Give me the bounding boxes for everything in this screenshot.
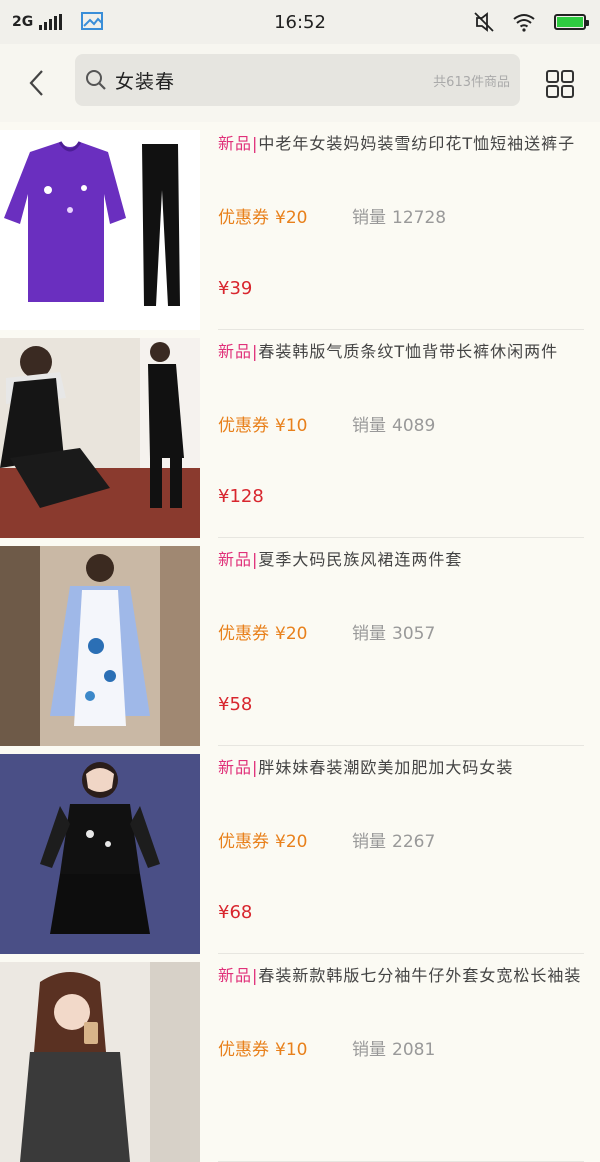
- sales-label: 销量: [352, 416, 386, 436]
- coupon-label: 优惠券: [218, 832, 269, 852]
- product-item[interactable]: 新品|胖妹妹春装潮欧美加肥加大码女装 优惠券 ¥20 销量 2267 ¥68: [0, 746, 600, 954]
- product-info: 新品|春装新款韩版七分袖牛仔外套女宽松长袖装 优惠券 ¥10 销量 2081: [218, 954, 584, 1162]
- coupon-label: 优惠券: [218, 208, 269, 228]
- sales-value: 12728: [392, 208, 447, 228]
- product-title-text: 夏季大码民族风裙连两件套: [258, 550, 463, 569]
- sales-label: 销量: [352, 624, 386, 644]
- coupon-label: 优惠券: [218, 416, 269, 436]
- product-image[interactable]: [0, 754, 200, 954]
- status-bar: 2G 16:52: [0, 0, 600, 44]
- signal-icon: [39, 14, 63, 30]
- product-title[interactable]: 新品|胖妹妹春装潮欧美加肥加大码女装: [218, 756, 584, 780]
- sales-label: 销量: [352, 832, 386, 852]
- new-tag: 新品|: [218, 342, 259, 361]
- product-title-text: 中老年女装妈妈装雪纺印花T恤短袖送裤子: [258, 134, 576, 153]
- product-price: ¥39: [218, 278, 253, 299]
- product-title-text: 胖妹妹春装潮欧美加肥加大码女装: [258, 758, 514, 777]
- product-title-text: 春装新款韩版七分袖牛仔外套女宽松长袖装: [258, 966, 582, 985]
- chevron-left-icon: [29, 70, 43, 96]
- sales: 销量 12728: [352, 203, 446, 228]
- product-title[interactable]: 新品|春装新款韩版七分袖牛仔外套女宽松长袖装: [218, 964, 584, 988]
- grid-view-icon: [546, 70, 574, 98]
- battery-fill: [557, 17, 583, 27]
- coupon-label: 优惠券: [218, 1040, 269, 1060]
- mute-icon: [474, 12, 494, 32]
- product-image[interactable]: [0, 962, 200, 1162]
- product-price: ¥68: [218, 902, 253, 923]
- product-price: ¥58: [218, 694, 253, 715]
- status-bar-left: 2G: [12, 11, 212, 33]
- sales-value: 2267: [392, 832, 436, 852]
- result-count: 共613件商品: [433, 74, 510, 90]
- back-button[interactable]: [0, 44, 74, 122]
- product-item[interactable]: 新品|中老年女装妈妈装雪纺印花T恤短袖送裤子 优惠券 ¥20 销量 12728 ¥3…: [0, 122, 600, 330]
- search-icon: [86, 70, 106, 90]
- product-info: 新品|中老年女装妈妈装雪纺印花T恤短袖送裤子 优惠券 ¥20 销量 12728 ¥3…: [218, 122, 584, 330]
- sales-value: 4089: [392, 416, 436, 436]
- coupon: 优惠券 ¥10: [218, 411, 307, 436]
- sales: 销量 2081: [352, 1035, 435, 1060]
- product-title[interactable]: 新品|中老年女装妈妈装雪纺印花T恤短袖送裤子: [218, 132, 584, 156]
- status-bar-right: [474, 0, 589, 44]
- coupon-value: ¥10: [275, 1040, 308, 1060]
- coupon-value: ¥20: [275, 832, 308, 852]
- search-query: 女装春: [115, 70, 176, 93]
- product-price: ¥128: [218, 486, 264, 507]
- product-title[interactable]: 新品|春装韩版气质条纹T恤背带长裤休闲两件: [218, 340, 584, 364]
- search-input[interactable]: 女装春 共613件商品: [75, 54, 520, 106]
- new-tag: 新品|: [218, 966, 259, 985]
- coupon-value: ¥20: [275, 624, 308, 644]
- sales-value: 3057: [392, 624, 436, 644]
- sales-value: 2081: [392, 1040, 436, 1060]
- coupon: 优惠券 ¥20: [218, 619, 307, 644]
- image-notification-icon: [81, 12, 104, 30]
- sales: 销量 2267: [352, 827, 435, 852]
- product-info: 新品|春装韩版气质条纹T恤背带长裤休闲两件 优惠券 ¥10 销量 4089 ¥128: [218, 330, 584, 538]
- sales-label: 销量: [352, 208, 386, 228]
- coupon: 优惠券 ¥20: [218, 203, 307, 228]
- product-image[interactable]: [0, 130, 200, 330]
- product-image[interactable]: [0, 338, 200, 538]
- coupon-label: 优惠券: [218, 624, 269, 644]
- coupon: 优惠券 ¥20: [218, 827, 307, 852]
- wifi-icon: [513, 14, 535, 32]
- sales: 销量 4089: [352, 411, 435, 436]
- product-item[interactable]: 新品|春装韩版气质条纹T恤背带长裤休闲两件 优惠券 ¥10 销量 4089 ¥128: [0, 330, 600, 538]
- new-tag: 新品|: [218, 550, 259, 569]
- product-info: 新品|夏季大码民族风裙连两件套 优惠券 ¥20 销量 3057 ¥58: [218, 538, 584, 746]
- coupon-value: ¥10: [275, 416, 308, 436]
- coupon: 优惠券 ¥10: [218, 1035, 307, 1060]
- layout-toggle-button[interactable]: [540, 64, 580, 104]
- coupon-value: ¥20: [275, 208, 308, 228]
- product-title-text: 春装韩版气质条纹T恤背带长裤休闲两件: [258, 342, 559, 361]
- product-image[interactable]: [0, 546, 200, 746]
- battery-icon: [554, 14, 589, 30]
- sales-label: 销量: [352, 1040, 386, 1060]
- product-item[interactable]: 新品|夏季大码民族风裙连两件套 优惠券 ¥20 销量 3057 ¥58: [0, 538, 600, 746]
- product-item[interactable]: 新品|春装新款韩版七分袖牛仔外套女宽松长袖装 优惠券 ¥10 销量 2081: [0, 954, 600, 1162]
- product-title[interactable]: 新品|夏季大码民族风裙连两件套: [218, 548, 584, 572]
- product-list: 新品|中老年女装妈妈装雪纺印花T恤短袖送裤子 优惠券 ¥20 销量 12728 ¥3…: [0, 122, 600, 1162]
- product-info: 新品|胖妹妹春装潮欧美加肥加大码女装 优惠券 ¥20 销量 2267 ¥68: [218, 746, 584, 954]
- network-type: 2G: [12, 14, 34, 30]
- search-header: 女装春 共613件商品: [0, 44, 600, 122]
- sales: 销量 3057: [352, 619, 435, 644]
- new-tag: 新品|: [218, 134, 259, 153]
- new-tag: 新品|: [218, 758, 259, 777]
